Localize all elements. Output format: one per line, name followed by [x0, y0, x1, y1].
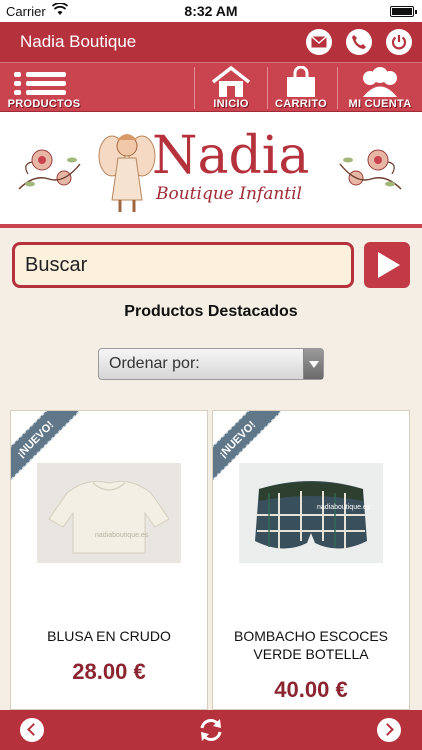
status-bar: Carrier 8:32 AM [0, 0, 422, 22]
nav-productos-label: PRODUCTOS [7, 98, 81, 110]
nav-productos[interactable]: PRODUCTOS [0, 63, 88, 113]
clock: 8:32 AM [184, 3, 238, 19]
main-nav: PRODUCTOS INICIO CARRITO MI CUENTA [0, 62, 422, 112]
watermark-text: nadiaboutique.es [317, 504, 371, 511]
app-title: Nadia Boutique [20, 32, 137, 51]
brand-banner: Nadia Boutique Infantil [0, 112, 422, 228]
power-icon [391, 35, 407, 50]
nav-divider [194, 67, 195, 109]
forward-arrow-icon[interactable] [377, 718, 401, 742]
power-button[interactable] [386, 29, 412, 55]
mail-button[interactable] [306, 29, 332, 55]
nav-carrito[interactable]: CARRITO [268, 63, 334, 113]
floral-ornament-icon [18, 149, 81, 190]
chevron-down-icon [303, 349, 323, 379]
product-card[interactable]: ¡NUEVO! nadiaboutique.es BLUSA EN CRUDO … [10, 410, 208, 710]
product-name: BOMBACHO ESCOCES VERDE BOTELLA [233, 628, 389, 662]
brand-tagline: Boutique Infantil [156, 184, 302, 204]
sort-dropdown-label: Ordenar por: [109, 355, 200, 372]
phone-button[interactable] [346, 29, 372, 55]
account-users-icon [363, 67, 397, 97]
nav-mi-cuenta-label: MI CUENTA [348, 98, 412, 110]
fairy-logo-icon [98, 134, 156, 212]
section-title: Productos Destacados [124, 303, 298, 320]
watermark-text: nadiaboutique.es [95, 532, 149, 539]
nav-inicio-label: INICIO [213, 98, 249, 110]
app-header: Nadia Boutique [0, 22, 422, 62]
brand-name: Nadia [152, 126, 310, 186]
product-card[interactable]: ¡NUEVO! nadiaboutique.es BOMBACHO ESCOCE… [212, 410, 410, 710]
bottom-toolbar [0, 710, 422, 750]
mail-icon [311, 35, 327, 48]
product-price: 40.00 € [274, 677, 348, 702]
search-submit-button[interactable] [364, 242, 410, 288]
floral-ornament-icon [339, 149, 402, 190]
shopping-bag-icon [287, 66, 315, 97]
nav-mi-cuenta[interactable]: MI CUENTA [338, 63, 422, 113]
product-price: 28.00 € [72, 659, 146, 684]
product-image: nadiaboutique.es [37, 463, 181, 563]
search-input[interactable] [12, 242, 354, 288]
menu-list-icon [14, 71, 66, 97]
product-name: BLUSA EN CRUDO [47, 628, 171, 644]
home-icon [211, 66, 251, 97]
sort-dropdown[interactable]: Ordenar por: [98, 348, 324, 380]
product-image: nadiaboutique.es [239, 463, 383, 563]
back-arrow-icon[interactable] [20, 718, 44, 742]
refresh-icon[interactable] [198, 717, 224, 743]
nav-inicio[interactable]: INICIO [200, 63, 262, 113]
battery-icon [390, 6, 417, 17]
nav-carrito-label: CARRITO [274, 98, 327, 110]
phone-icon [352, 35, 366, 49]
